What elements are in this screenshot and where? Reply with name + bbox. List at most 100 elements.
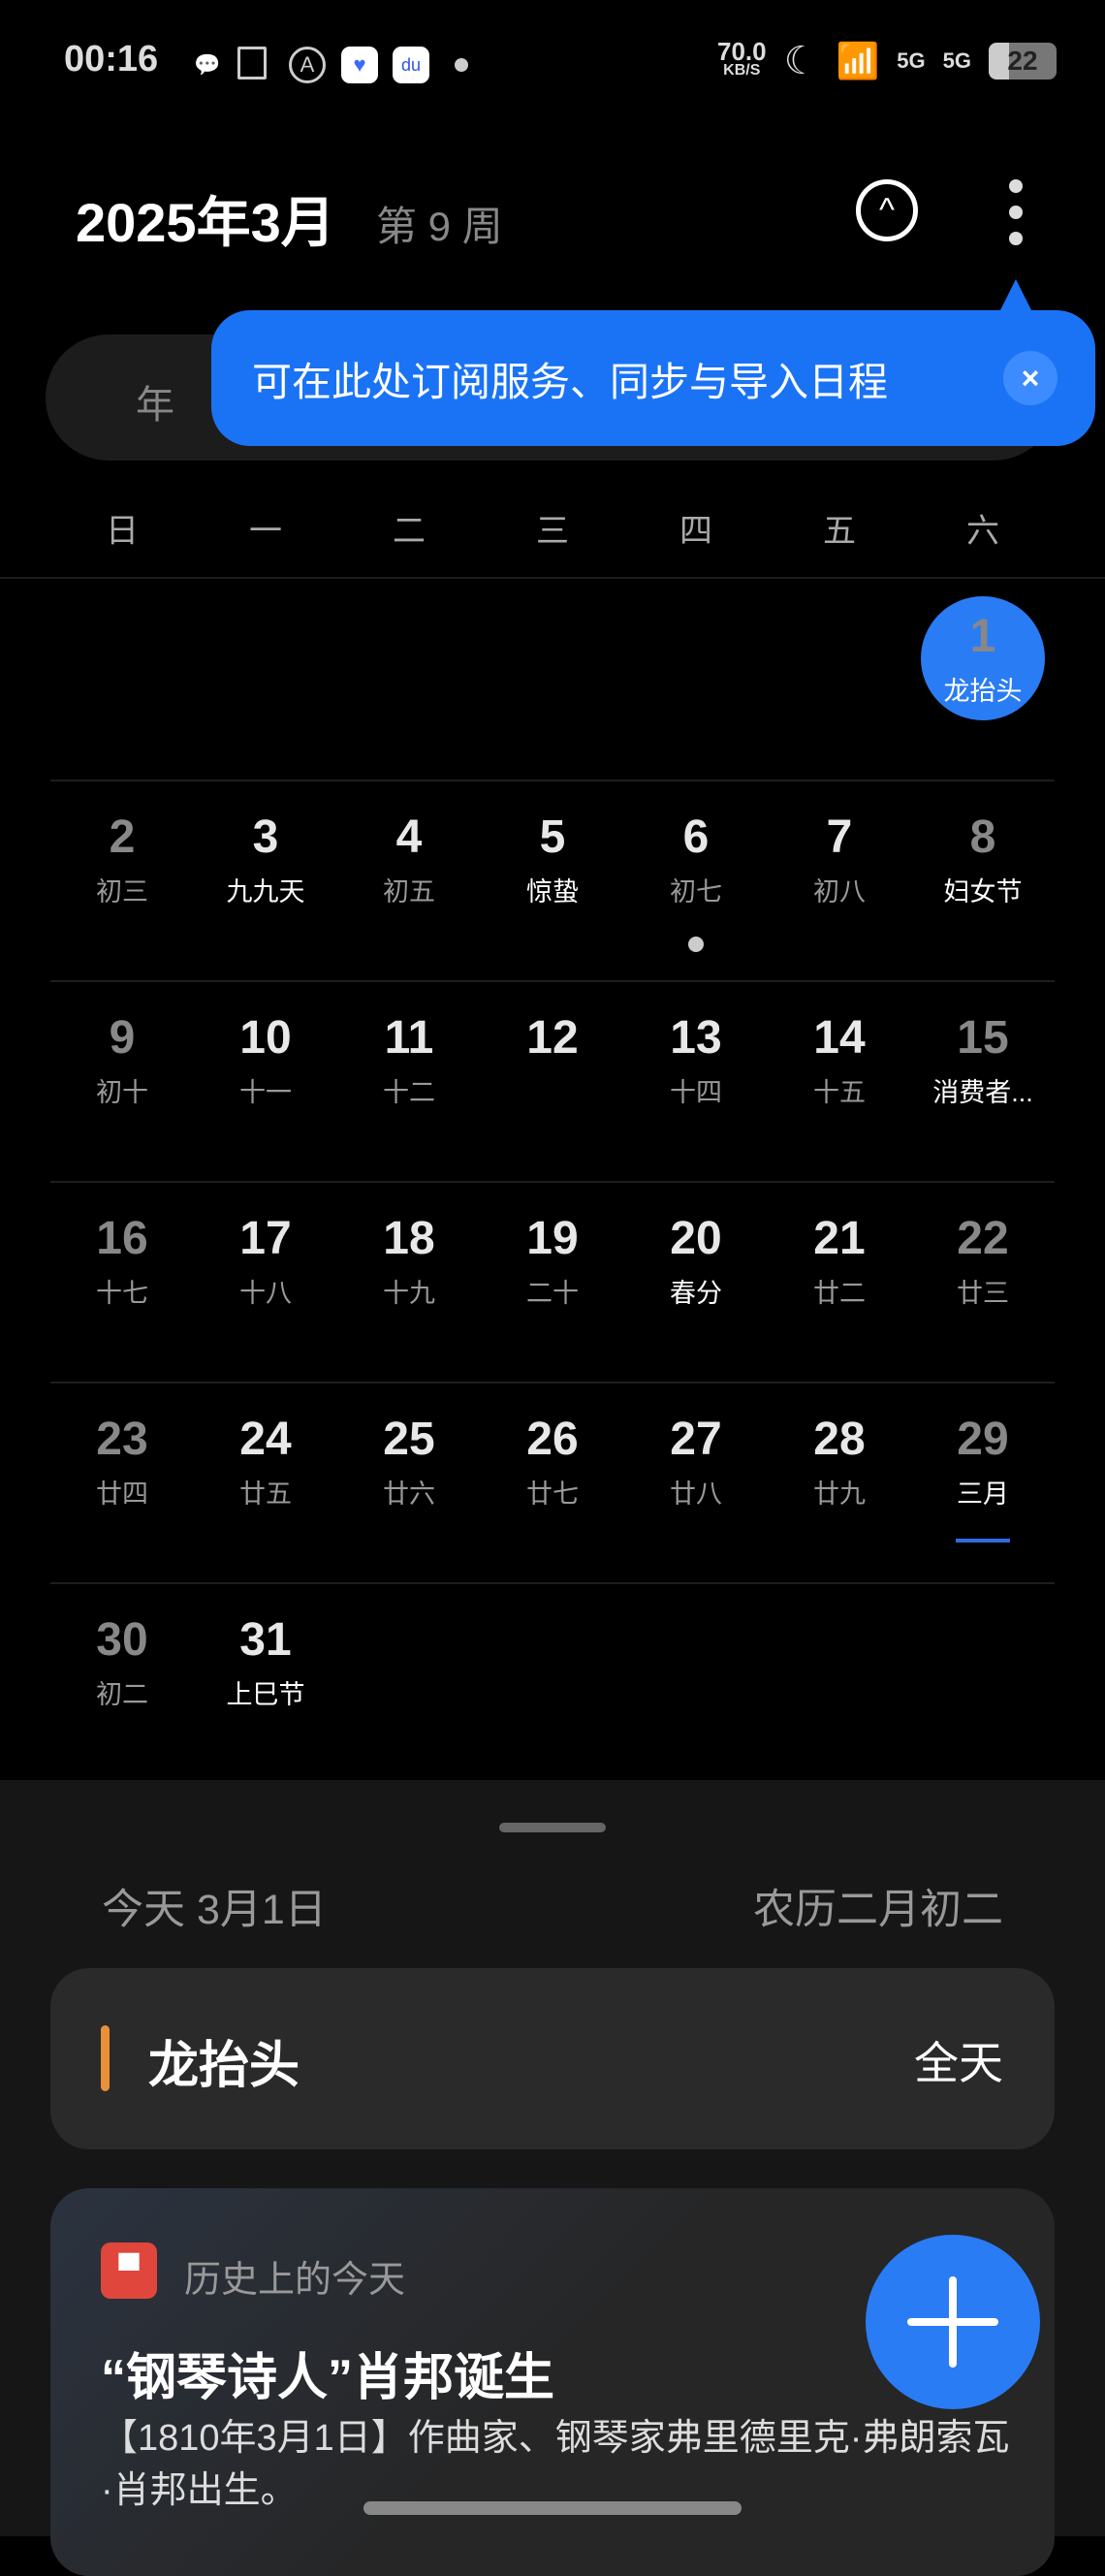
signal-icon-1: 5G — [897, 48, 926, 73]
day-cell[interactable]: 16 十七 — [50, 1183, 194, 1382]
month-start-marker — [956, 1539, 1010, 1542]
empty-cell — [624, 579, 768, 779]
day-number: 1 — [969, 611, 996, 662]
day-cell[interactable]: 13 十四 — [624, 982, 768, 1181]
day-cell[interactable]: 29 三月 — [911, 1383, 1055, 1582]
empty-cell — [337, 579, 481, 779]
lunar-label: 初五 — [383, 877, 435, 906]
day-cell[interactable]: 9 初十 — [50, 982, 194, 1181]
day-cell[interactable]: 11 十二 — [337, 982, 481, 1181]
empty-cell — [194, 579, 337, 779]
day-cell[interactable]: 3 九九天 — [194, 781, 337, 980]
net-speed: 70.0 KB/S — [716, 37, 767, 79]
empty-cell — [481, 579, 624, 779]
day-number: 25 — [383, 1414, 435, 1465]
empty-cell — [911, 1584, 1055, 1783]
day-cell[interactable]: 4 初五 — [337, 781, 481, 980]
tooltip-arrow — [998, 279, 1033, 314]
wifi-icon: 📶 — [836, 41, 880, 80]
day-cell[interactable]: 28 廿九 — [768, 1383, 911, 1582]
day-number: 5 — [539, 811, 566, 863]
empty-cell — [481, 1584, 624, 1783]
day-cell[interactable]: 24 廿五 — [194, 1383, 337, 1582]
lunar-label: 妇女节 — [943, 877, 1023, 906]
week-row: 1 龙抬头 — [50, 579, 1055, 779]
day-cell[interactable]: 10 十一 — [194, 982, 337, 1181]
day-number: 2 — [109, 811, 136, 863]
empty-cell — [768, 1584, 911, 1783]
event-time: 全天 — [914, 2038, 1003, 2088]
day-cell[interactable]: 20 春分 — [624, 1183, 768, 1382]
event-dot — [688, 937, 704, 952]
day-cell[interactable]: 12 — [481, 982, 624, 1181]
lunar-label: 三月 — [957, 1479, 1009, 1509]
baidu-icon: du — [393, 47, 429, 83]
day-number: 10 — [239, 1012, 292, 1064]
day-cell[interactable]: 19 二十 — [481, 1183, 624, 1382]
chevron-up-icon: ^ — [879, 191, 895, 229]
lunar-label: 九九天 — [226, 877, 305, 906]
lunar-label: 龙抬头 — [943, 677, 1023, 706]
empty-cell — [337, 1584, 481, 1783]
day-cell[interactable]: 25 廿六 — [337, 1383, 481, 1582]
history-icon: ▀ — [101, 2242, 157, 2299]
day-number: 31 — [239, 1614, 292, 1666]
weekday-label: 一 — [249, 513, 282, 550]
lunar-label: 廿四 — [96, 1479, 148, 1509]
day-cell[interactable]: 8 妇女节 — [911, 781, 1055, 980]
lunar-label: 初三 — [96, 877, 148, 906]
day-cell[interactable]: 31 上巳节 — [194, 1584, 337, 1783]
add-event-button[interactable] — [866, 2235, 1040, 2409]
moon-icon: ☾ — [783, 40, 819, 82]
lunar-label: 二十 — [526, 1279, 579, 1308]
day-cell[interactable]: 15 消费者... — [911, 982, 1055, 1181]
day-cell[interactable]: 26 廿七 — [481, 1383, 624, 1582]
day-cell[interactable]: 27 廿八 — [624, 1383, 768, 1582]
day-cell[interactable]: 14 十五 — [768, 982, 911, 1181]
lunar-label: 春分 — [670, 1279, 722, 1308]
day-cell[interactable]: 22 廿三 — [911, 1183, 1055, 1382]
lunar-label: 十二 — [383, 1078, 435, 1107]
day-cell[interactable]: 23 廿四 — [50, 1383, 194, 1582]
day-cell[interactable]: 2 初三 — [50, 781, 194, 980]
day-number: 21 — [813, 1213, 866, 1264]
weekday-label: 六 — [966, 513, 999, 550]
lunar-label: 廿五 — [239, 1479, 292, 1509]
drag-handle[interactable] — [499, 1823, 606, 1832]
day-number: 27 — [670, 1414, 722, 1465]
day-cell[interactable]: 1 龙抬头 — [911, 579, 1055, 779]
lunar-label — [481, 1071, 624, 1101]
status-bar: 00:16 💬 A ♥ du 70.0 KB/S ☾ 📶 5G 5G 22 — [0, 39, 1105, 87]
tooltip-close-button[interactable]: × — [1003, 351, 1058, 405]
weekday-label: 四 — [679, 513, 712, 550]
lunar-label: 初七 — [670, 877, 722, 906]
week-row: 23 廿四 24 廿五 25 廿六 26 廿七 27 廿八 28 廿九 29 三月 — [50, 1382, 1055, 1582]
day-number: 8 — [969, 811, 996, 863]
month-grid: 1 龙抬头 2 初三 3 九九天 4 初五 5 惊蛰 6 初七 7 初八 8 妇女节 9 初十 10 十一 11 十二 12… — [50, 579, 1055, 1783]
day-cell[interactable]: 18 十九 — [337, 1183, 481, 1382]
day-cell[interactable]: 21 廿二 — [768, 1183, 911, 1382]
tooltip-text: 可在此处订阅服务、同步与导入日程 — [252, 360, 888, 404]
tab-year[interactable]: 年 — [136, 373, 174, 429]
more-menu-button[interactable] — [996, 179, 1035, 245]
lunar-label: 廿七 — [526, 1479, 579, 1509]
health-heart-icon: ♥ — [341, 47, 378, 83]
day-cell[interactable]: 7 初八 — [768, 781, 911, 980]
collapse-button[interactable]: ^ — [856, 179, 918, 241]
day-number: 17 — [239, 1213, 292, 1264]
empty-cell — [50, 579, 194, 779]
day-cell[interactable]: 30 初二 — [50, 1584, 194, 1783]
day-number: 13 — [670, 1012, 722, 1064]
day-number: 14 — [813, 1012, 866, 1064]
history-label: 历史上的今天 — [184, 2260, 406, 2301]
day-number: 12 — [526, 1012, 579, 1064]
day-number: 18 — [383, 1213, 435, 1264]
day-cell[interactable]: 5 惊蛰 — [481, 781, 624, 980]
event-color-bar — [101, 2025, 110, 2091]
day-number: 6 — [682, 811, 710, 863]
day-cell[interactable]: 6 初七 — [624, 781, 768, 980]
day-cell[interactable]: 17 十八 — [194, 1183, 337, 1382]
lunar-label: 十七 — [96, 1279, 148, 1308]
home-indicator[interactable] — [363, 2501, 742, 2515]
day-number: 22 — [957, 1213, 1009, 1264]
